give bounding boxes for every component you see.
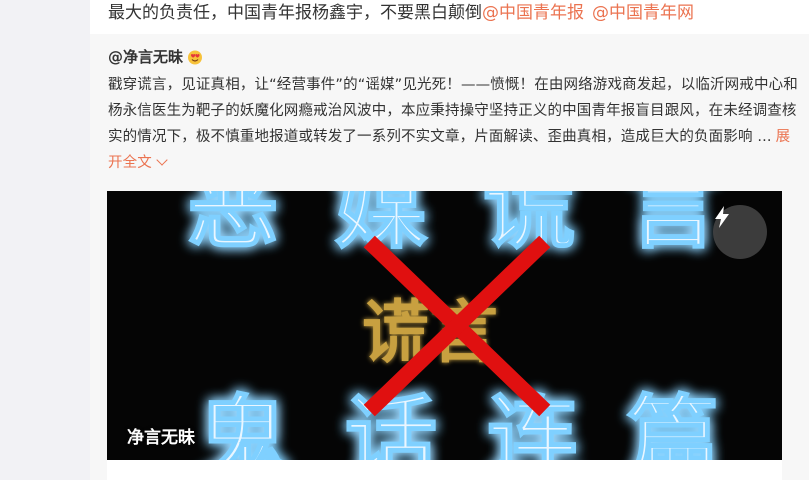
heart-eyes-emoji-icon bbox=[186, 48, 204, 66]
post-body-text: 戳穿谎言，见证真相，让“经营事件”的“谣媒”见光死！——愤慨！在由网络游戏商发起… bbox=[108, 77, 798, 145]
previous-post-body: 最大的负责任，中国青年报杨鑫宇，不要黑白颠倒 bbox=[108, 3, 482, 23]
post-image-graphic: 恶 媒 谎 言 谎言 鬼 话 连 篇 bbox=[107, 191, 782, 460]
image-watermark: 净言无昧 bbox=[127, 428, 195, 448]
mention-link-zhongguo-qingnianbao[interactable]: @中国青年报 bbox=[482, 3, 584, 23]
image-footer-strip bbox=[107, 460, 782, 480]
author-link[interactable]: @净言无昧 bbox=[108, 46, 183, 67]
previous-post-tail: 最大的负责任，中国青年报杨鑫宇，不要黑白颠倒@中国青年报 @中国青年网 bbox=[90, 0, 809, 34]
chevron-down-icon bbox=[156, 154, 168, 166]
post-image[interactable]: 恶 媒 谎 言 谎言 鬼 话 连 篇 净言无昧 bbox=[107, 191, 782, 460]
lightning-bolt-button[interactable] bbox=[713, 205, 767, 259]
repost-card: @净言无昧 戳穿谎言，见证真相，让“经营事件”的“谣媒”见光死！——愤慨！在由网… bbox=[90, 34, 809, 480]
lightning-bolt-icon bbox=[715, 206, 729, 228]
bottom-char-4: 篇 bbox=[627, 386, 719, 460]
top-char-1: 恶 bbox=[187, 191, 279, 261]
post-author: @净言无昧 bbox=[108, 46, 204, 67]
post-body: 戳穿谎言，见证真相，让“经营事件”的“谣媒”见光死！——愤慨！在由网络游戏商发起… bbox=[108, 72, 804, 176]
previous-post-text: 最大的负责任，中国青年报杨鑫宇，不要黑白颠倒@中国青年报 @中国青年网 bbox=[108, 2, 694, 24]
top-char-4: 言 bbox=[627, 191, 719, 261]
mention-link-zhongguo-qingnianwang[interactable]: @中国青年网 bbox=[592, 3, 694, 23]
bottom-char-1: 鬼 bbox=[197, 386, 289, 460]
